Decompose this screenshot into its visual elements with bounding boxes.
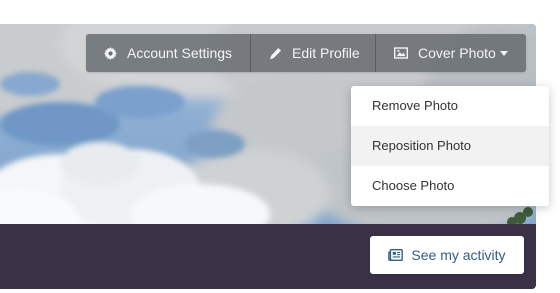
account-settings-label: Account Settings	[127, 45, 233, 61]
dropdown-item-reposition-photo[interactable]: Reposition Photo	[351, 126, 549, 166]
edit-profile-label: Edit Profile	[292, 45, 360, 61]
cover-photo-label: Cover Photo	[418, 45, 496, 61]
caret-down-icon	[499, 50, 508, 56]
see-my-activity-label: See my activity	[411, 247, 506, 263]
edit-profile-button[interactable]: Edit Profile	[250, 34, 375, 72]
newspaper-icon	[388, 249, 404, 262]
image-icon	[394, 46, 408, 60]
cover-toolbar: Account Settings Edit Profile Cover Phot…	[86, 34, 526, 72]
cover-photo-button[interactable]: Cover Photo	[375, 34, 526, 72]
see-my-activity-button[interactable]: See my activity	[370, 236, 524, 274]
cover-photo-dropdown: Remove Photo Reposition Photo Choose Pho…	[351, 86, 549, 206]
gear-icon	[104, 46, 117, 60]
pencil-icon	[269, 46, 282, 60]
dropdown-item-remove-photo[interactable]: Remove Photo	[351, 86, 549, 126]
account-settings-button[interactable]: Account Settings	[86, 34, 250, 72]
dropdown-item-choose-photo[interactable]: Choose Photo	[351, 166, 549, 206]
profile-bar: See my activity	[0, 224, 536, 289]
